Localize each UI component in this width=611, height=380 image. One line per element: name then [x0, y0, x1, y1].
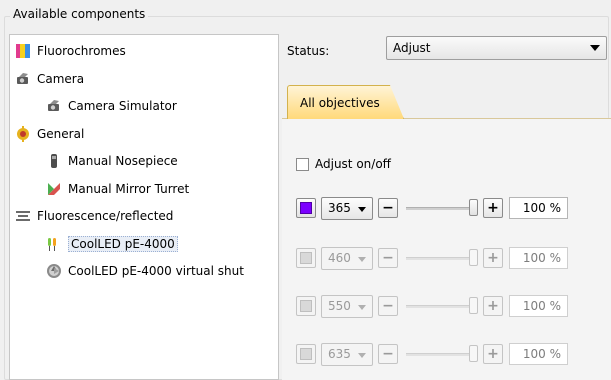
- wavelength-select[interactable]: 635: [321, 342, 373, 366]
- status-label: Status:: [287, 44, 330, 58]
- decrease-button[interactable]: −: [378, 344, 398, 364]
- slider-track: [406, 257, 478, 260]
- decrease-button[interactable]: −: [378, 296, 398, 316]
- camera-icon: [15, 71, 31, 87]
- adjust-toggle-row[interactable]: Adjust on/off: [296, 157, 391, 171]
- fluorochromes-icon: [15, 43, 31, 59]
- color-swatch: [300, 348, 312, 360]
- color-swatch: [300, 202, 312, 214]
- nosepiece-icon: [46, 153, 62, 169]
- channel-color-button[interactable]: [296, 198, 316, 218]
- tree-item-label: Manual Nosepiece: [68, 154, 178, 168]
- tree-item-label: Fluorochromes: [37, 44, 126, 58]
- slider-thumb[interactable]: [469, 345, 478, 362]
- intensity-slider[interactable]: [406, 248, 478, 268]
- increase-button[interactable]: +: [483, 198, 503, 218]
- channel-row: 635 − + 100 %: [296, 341, 568, 367]
- adjust-checkbox[interactable]: [296, 157, 309, 171]
- decrease-button[interactable]: −: [378, 198, 398, 218]
- intensity-percent[interactable]: 100 %: [509, 343, 568, 365]
- intensity-percent[interactable]: 100 %: [509, 295, 568, 317]
- chevron-down-icon: [358, 206, 366, 212]
- color-swatch: [300, 300, 312, 312]
- tree-item[interactable]: Camera: [15, 68, 84, 90]
- tree-item[interactable]: General: [15, 123, 84, 145]
- slider-thumb[interactable]: [469, 199, 478, 216]
- adjust-label: Adjust on/off: [315, 157, 391, 171]
- wavelength-value: 365: [328, 201, 351, 215]
- tab-label: All objectives: [300, 95, 380, 110]
- tree-item-label: Camera: [37, 71, 85, 86]
- chevron-down-icon: [358, 256, 366, 262]
- tree-item[interactable]: CoolLED pE-4000 virtual shut: [46, 260, 244, 282]
- chevron-down-icon: [590, 45, 600, 51]
- color-swatch: [300, 252, 312, 264]
- component-tree[interactable]: Fluorochromes Camera Camera Simulator Gener…: [9, 34, 279, 380]
- group-title: Available components: [10, 7, 149, 21]
- tab-all-objectives[interactable]: All objectives: [287, 85, 404, 119]
- slider-thumb[interactable]: [469, 249, 478, 266]
- tree-item[interactable]: Manual Nosepiece: [46, 150, 178, 172]
- chevron-down-icon: [358, 304, 366, 310]
- tree-item[interactable]: Fluorescence/reflected: [15, 205, 173, 227]
- decrease-button[interactable]: −: [378, 248, 398, 268]
- intensity-slider[interactable]: [406, 344, 478, 364]
- slider-track: [406, 353, 478, 356]
- increase-button[interactable]: +: [483, 296, 503, 316]
- wavelength-value: 635: [328, 347, 351, 361]
- tree-item[interactable]: CoolLED pE-4000: [46, 233, 178, 255]
- channel-row: 365 − + 100 %: [296, 195, 568, 221]
- intensity-slider[interactable]: [406, 296, 478, 316]
- wavelength-value: 460: [328, 251, 351, 265]
- chevron-down-icon: [358, 352, 366, 358]
- tree-item-label: General: [37, 126, 85, 141]
- increase-button[interactable]: +: [483, 344, 503, 364]
- intensity-slider[interactable]: [406, 198, 478, 218]
- camera-icon: [46, 98, 62, 114]
- channel-color-button[interactable]: [296, 248, 316, 268]
- slider-thumb[interactable]: [469, 297, 478, 314]
- slider-track: [406, 305, 478, 308]
- channel-row: 550 − + 100 %: [296, 293, 568, 319]
- general-icon: [15, 125, 31, 142]
- wavelength-select[interactable]: 365: [321, 196, 373, 220]
- channel-row: 460 − + 100 %: [296, 245, 568, 271]
- tree-item[interactable]: Fluorochromes: [15, 40, 126, 62]
- intensity-percent[interactable]: 100 %: [509, 247, 568, 269]
- tree-item-label: Camera Simulator: [68, 99, 177, 113]
- shutter-icon: [46, 263, 62, 279]
- status-select[interactable]: Adjust: [386, 36, 607, 60]
- tree-item[interactable]: Manual Mirror Turret: [46, 178, 189, 200]
- intensity-percent[interactable]: 100 %: [509, 197, 568, 219]
- status-select-value: Adjust: [393, 41, 431, 55]
- tree-item-label: Fluorescence/reflected: [37, 209, 174, 223]
- led-icon: [46, 236, 62, 252]
- tree-item[interactable]: Camera Simulator: [46, 95, 177, 117]
- wavelength-value: 550: [328, 299, 351, 313]
- tree-item-label: CoolLED pE-4000 virtual shut: [68, 264, 244, 278]
- channel-color-button[interactable]: [296, 296, 316, 316]
- mirror-turret-icon: [46, 181, 62, 197]
- increase-button[interactable]: +: [483, 248, 503, 268]
- channel-color-button[interactable]: [296, 344, 316, 364]
- tree-item-label: CoolLED pE-4000: [68, 235, 178, 252]
- tree-item-label: Manual Mirror Turret: [68, 181, 190, 196]
- slider-track: [406, 207, 478, 210]
- wavelength-select[interactable]: 460: [321, 246, 373, 270]
- wavelength-select[interactable]: 550: [321, 294, 373, 318]
- fluorescence-icon: [15, 208, 31, 224]
